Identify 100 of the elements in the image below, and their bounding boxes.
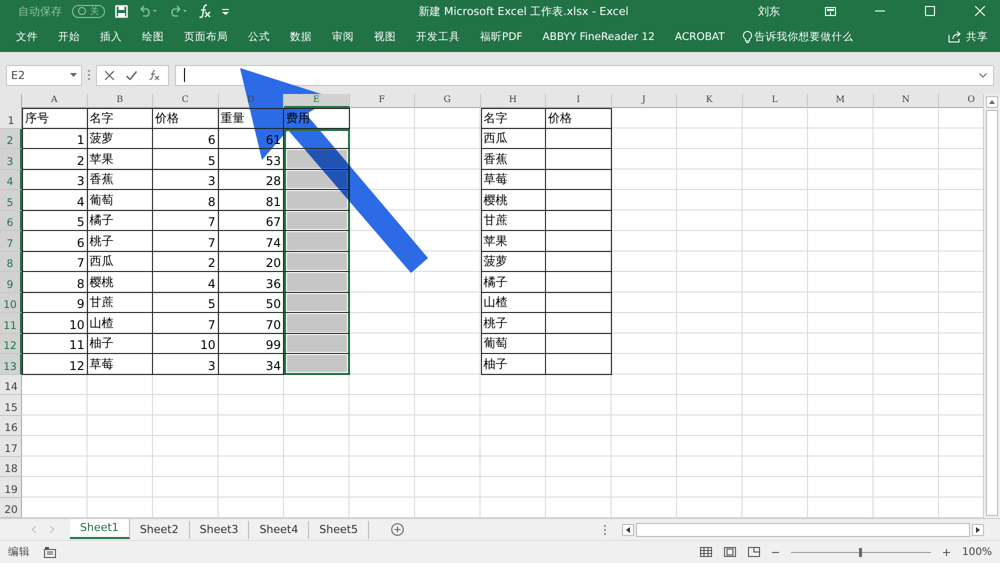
table-cell[interactable]: 樱桃: [480, 190, 546, 210]
user-name[interactable]: 刘东: [758, 4, 780, 18]
cancel-icon[interactable]: [105, 70, 114, 80]
table-cell[interactable]: [546, 210, 612, 231]
row-header[interactable]: 5: [0, 190, 22, 210]
column-header[interactable]: H: [480, 94, 546, 108]
table-cell[interactable]: 橘子: [480, 272, 546, 292]
table-cell[interactable]: [284, 231, 350, 252]
table-cell[interactable]: 名字: [88, 108, 153, 128]
table-cell[interactable]: [546, 313, 612, 334]
table-cell[interactable]: [284, 334, 350, 354]
table-cell[interactable]: 7: [153, 210, 218, 231]
zoom-slider[interactable]: [790, 548, 931, 556]
table-cell[interactable]: [546, 354, 612, 374]
column-header[interactable]: B: [88, 94, 153, 108]
table-cell[interactable]: 5: [153, 149, 218, 170]
table-cell[interactable]: 西瓜: [88, 252, 153, 272]
table-cell[interactable]: 山楂: [480, 292, 546, 313]
function-icon[interactable]: [198, 4, 212, 18]
table-cell[interactable]: [546, 128, 612, 149]
row-header[interactable]: 12: [0, 334, 22, 354]
table-cell[interactable]: 苹果: [480, 231, 546, 252]
column-header[interactable]: M: [808, 94, 874, 108]
table-cell[interactable]: 柚子: [480, 354, 546, 374]
table-cell[interactable]: 香蕉: [480, 149, 546, 170]
column-header[interactable]: N: [874, 94, 939, 108]
row-header[interactable]: 8: [0, 252, 22, 272]
table-cell[interactable]: [284, 170, 350, 190]
vertical-scrollbar[interactable]: [983, 94, 1000, 518]
row-header[interactable]: 3: [0, 149, 22, 170]
row-header[interactable]: 11: [0, 313, 22, 334]
table-cell[interactable]: 山楂: [88, 313, 153, 334]
table-cell[interactable]: [546, 149, 612, 170]
name-box[interactable]: E2: [6, 64, 82, 86]
column-header[interactable]: G: [415, 94, 480, 108]
sheet-tab[interactable]: Sheet1: [70, 518, 130, 538]
sheet-tab[interactable]: Sheet3: [190, 520, 250, 538]
ribbon-tab[interactable]: 插入: [92, 30, 130, 44]
row-header[interactable]: 15: [0, 395, 22, 416]
ribbon-tab[interactable]: 数据: [282, 30, 320, 44]
customize-icon[interactable]: [222, 8, 229, 14]
table-cell[interactable]: 名字: [480, 108, 546, 128]
table-cell[interactable]: [284, 272, 350, 292]
table-cell[interactable]: [284, 252, 350, 272]
table-cell[interactable]: 价格: [546, 108, 612, 128]
row-header[interactable]: 6: [0, 210, 22, 231]
table-cell[interactable]: 甘蔗: [480, 210, 546, 231]
table-cell[interactable]: 8: [22, 272, 88, 292]
row-header[interactable]: 18: [0, 456, 22, 477]
table-cell[interactable]: 3: [153, 354, 218, 374]
table-cell[interactable]: 菠萝: [88, 128, 153, 149]
table-cell[interactable]: [546, 272, 612, 292]
table-cell[interactable]: 桃子: [88, 231, 153, 252]
column-header[interactable]: F: [350, 94, 415, 108]
table-cell[interactable]: [284, 354, 350, 374]
table-cell[interactable]: 2: [153, 252, 218, 272]
zoom-level[interactable]: 100%: [962, 546, 992, 558]
row-header[interactable]: 2: [0, 128, 22, 149]
table-cell[interactable]: 11: [22, 334, 88, 354]
scroll-right-button[interactable]: [972, 524, 984, 536]
table-cell[interactable]: 葡萄: [88, 190, 153, 210]
table-cell[interactable]: 橘子: [88, 210, 153, 231]
normal-view-icon[interactable]: [700, 547, 712, 557]
sheet-tab[interactable]: Sheet2: [130, 520, 190, 538]
column-header[interactable]: I: [546, 94, 612, 108]
table-cell[interactable]: 苹果: [88, 149, 153, 170]
table-cell[interactable]: [546, 334, 612, 354]
table-cell[interactable]: 6: [153, 128, 218, 149]
scroll-up-icon[interactable]: [989, 100, 995, 104]
table-cell[interactable]: 草莓: [88, 354, 153, 374]
table-cell[interactable]: [546, 292, 612, 313]
column-header[interactable]: J: [612, 94, 677, 108]
ribbon-tab[interactable]: ACROBAT: [666, 31, 733, 43]
column-header[interactable]: K: [677, 94, 742, 108]
table-cell[interactable]: 桃子: [480, 313, 546, 334]
row-header[interactable]: 10: [0, 292, 22, 313]
ribbon-tab[interactable]: 页面布局: [176, 30, 236, 44]
ribbon-tab[interactable]: 视图: [366, 30, 404, 44]
scroll-left-button[interactable]: [622, 524, 634, 536]
table-cell[interactable]: 2: [22, 149, 88, 170]
table-cell[interactable]: 7: [22, 252, 88, 272]
table-cell[interactable]: 香蕉: [88, 170, 153, 190]
table-cell[interactable]: 10: [153, 334, 218, 354]
ribbon-tab[interactable]: 审阅: [324, 30, 362, 44]
enter-icon[interactable]: [126, 70, 137, 80]
row-header[interactable]: 16: [0, 416, 22, 436]
row-header[interactable]: 9: [0, 272, 22, 292]
save-icon[interactable]: [115, 4, 128, 18]
table-cell[interactable]: [284, 210, 350, 231]
table-cell[interactable]: 1: [22, 128, 88, 149]
table-cell[interactable]: 西瓜: [480, 128, 546, 149]
table-cell[interactable]: [284, 313, 350, 334]
sheet-tab[interactable]: Sheet5: [309, 520, 370, 538]
ribbon-tab[interactable]: 绘图: [134, 30, 172, 44]
table-cell[interactable]: 3: [22, 170, 88, 190]
expand-icon[interactable]: [979, 72, 987, 78]
ribbon-tab[interactable]: ABBYY FineReader 12: [534, 31, 663, 43]
table-cell[interactable]: 4: [22, 190, 88, 210]
table-cell[interactable]: 9: [22, 292, 88, 313]
sheet-tab[interactable]: Sheet4: [249, 520, 310, 538]
